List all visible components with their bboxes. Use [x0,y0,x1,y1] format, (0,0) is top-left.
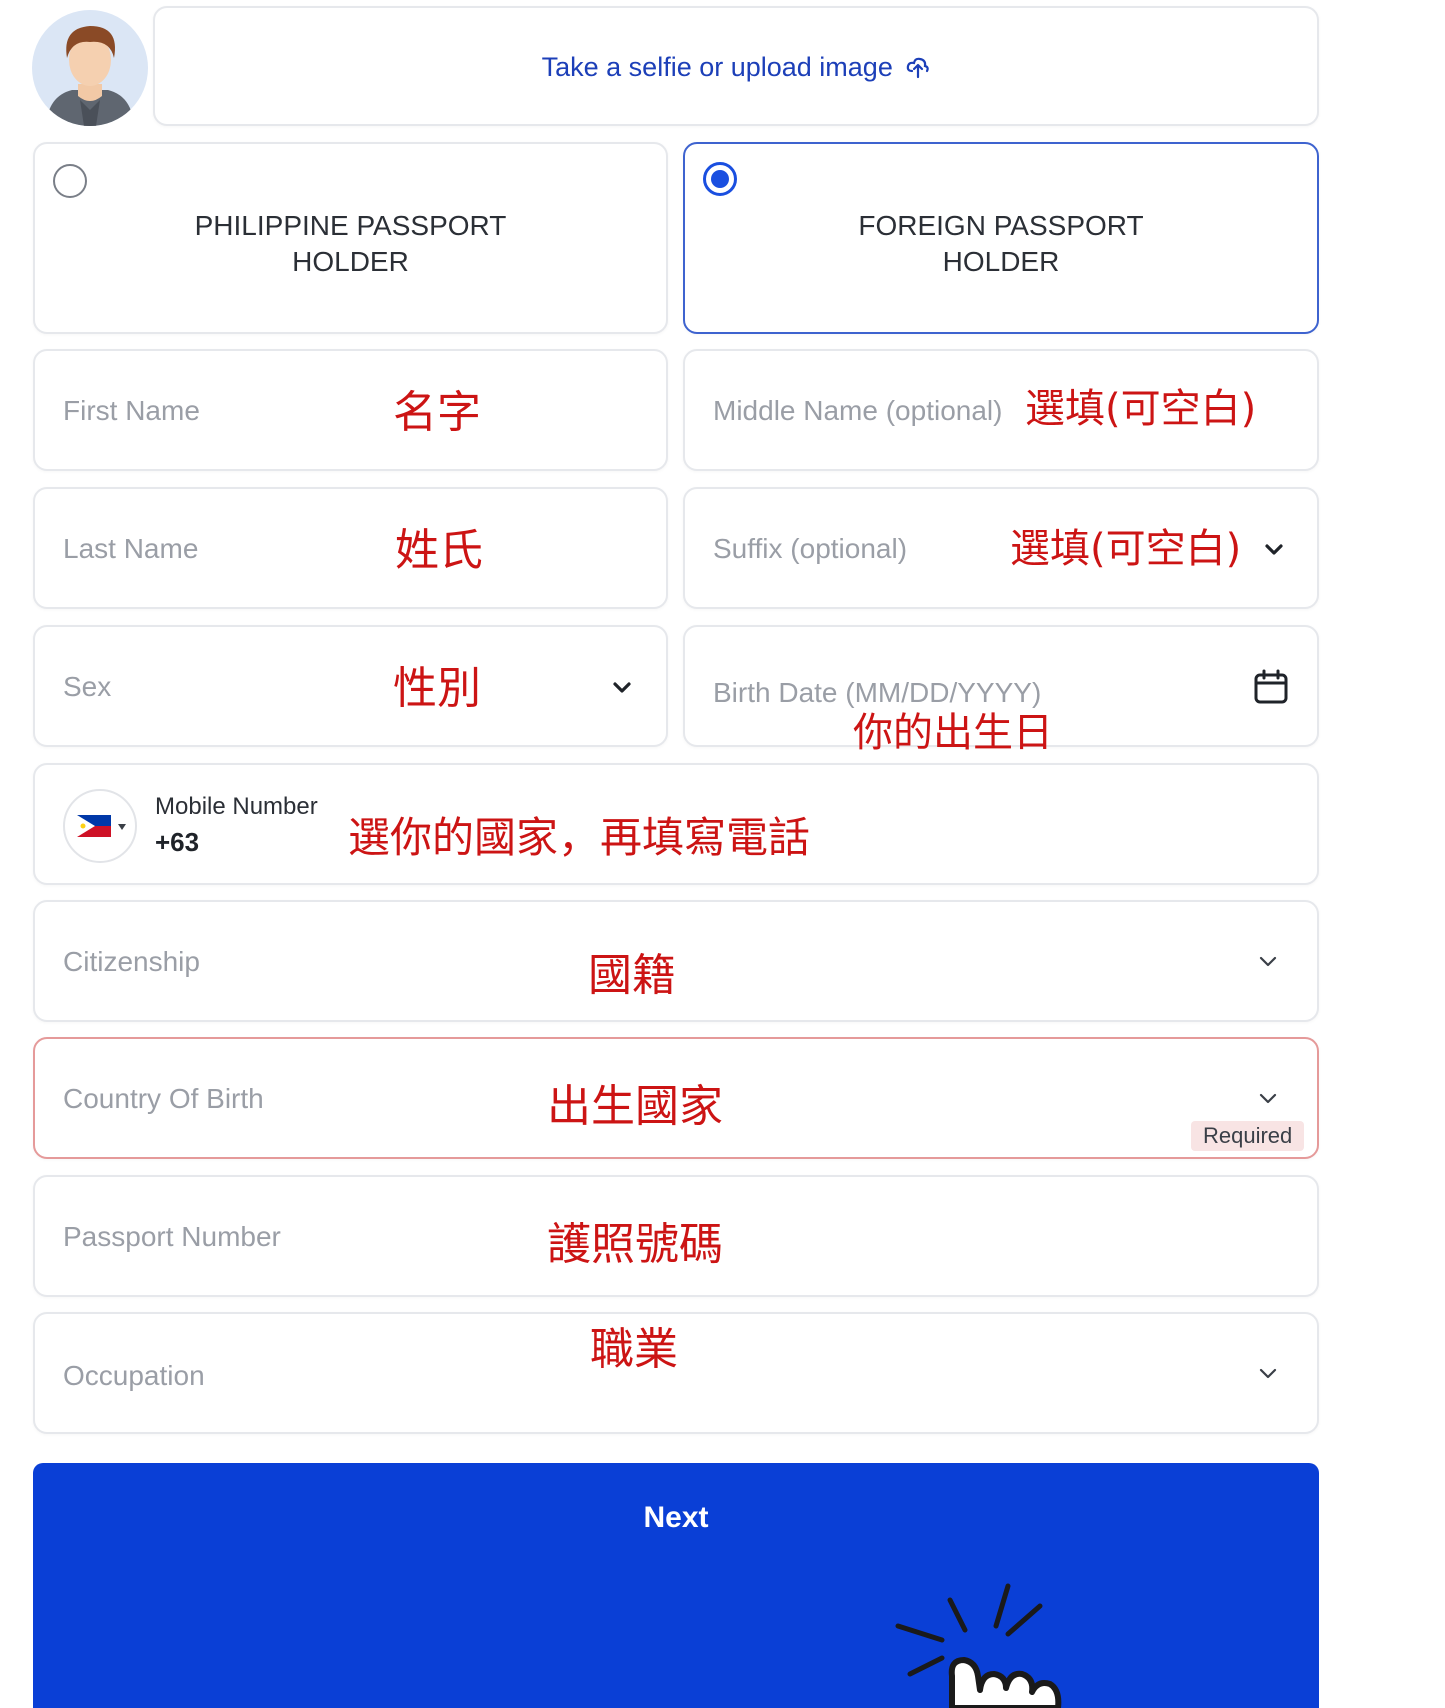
upload-label: Take a selfie or upload image [541,52,893,82]
mobile-number-label: Mobile Number [155,793,318,820]
passport-number-annotation: 護照號碼 [547,1219,723,1270]
calendar-icon[interactable] [1251,667,1291,707]
required-error-badge: Required [1191,1121,1305,1151]
mobile-number-field[interactable]: Mobile Number +63 選你的國家，再填寫電話 [33,763,1319,885]
foreign-passport-line1: FOREIGN PASSPORT [858,210,1144,241]
next-button[interactable]: Next [33,1463,1319,1708]
mobile-number-annotation: 選你的國家，再填寫電話 [348,813,811,862]
chevron-down-icon [1259,1368,1277,1379]
philippine-passport-line1: PHILIPPINE PASSPORT [194,210,507,241]
philippine-passport-line2: HOLDER [292,246,409,277]
birth-date-placeholder: Birth Date (MM/DD/YYYY) [713,677,1042,708]
philippine-passport-card[interactable]: PHILIPPINE PASSPORT HOLDER [33,142,668,334]
next-button-label: Next [643,1501,709,1534]
foreign-passport-line2: HOLDER [942,246,1060,277]
citizenship-select[interactable]: Citizenship 國籍 [33,900,1319,1022]
citizenship-placeholder: Citizenship [63,946,200,977]
occupation-annotation: 職業 [590,1324,678,1375]
sex-placeholder: Sex [63,671,112,702]
foreign-passport-card[interactable]: FOREIGN PASSPORT HOLDER [683,142,1319,334]
chevron-down-icon [1259,956,1277,967]
middle-name-annotation: 選填(可空白) [1025,386,1257,432]
birth-date-annotation: 你的出生日 [853,710,1053,756]
cloud-upload-icon [907,57,930,79]
country-of-birth-placeholder: Country Of Birth [63,1083,264,1114]
last-name-field[interactable]: Last Name 姓氏 [33,487,668,609]
birth-date-field[interactable]: Birth Date (MM/DD/YYYY) 你的出生日 [683,625,1319,753]
suffix-select[interactable]: Suffix (optional) 選填(可空白) [683,487,1319,609]
chevron-down-icon [613,682,631,693]
mobile-country-code: +63 [155,827,200,857]
foreign-passport-radio[interactable] [703,162,737,196]
middle-name-placeholder: Middle Name (optional) [713,395,1003,426]
occupation-placeholder: Occupation [63,1360,205,1391]
first-name-placeholder: First Name [63,395,200,426]
philippines-flag-icon [77,815,111,837]
country-of-birth-select[interactable]: Country Of Birth 出生國家 Required [33,1037,1319,1159]
philippine-passport-radio[interactable] [53,164,87,198]
passport-number-field[interactable]: Passport Number 護照號碼 [33,1175,1319,1297]
middle-name-field[interactable]: Middle Name (optional) 選填(可空白) [683,349,1319,471]
pointing-hand-icon [895,1583,1062,1708]
first-name-annotation: 名字 [393,387,481,438]
first-name-field[interactable]: First Name 名字 [33,349,668,471]
chevron-down-icon [1265,544,1283,555]
avatar [32,10,148,126]
suffix-placeholder: Suffix (optional) [713,533,908,564]
suffix-annotation: 選填(可空白) [1010,526,1242,572]
last-name-annotation: 姓氏 [395,525,483,576]
country-of-birth-annotation: 出生國家 [547,1081,723,1132]
citizenship-annotation: 國籍 [588,950,676,1001]
occupation-select[interactable]: Occupation 職業 [33,1312,1319,1434]
caret-down-icon [118,824,126,830]
upload-image-button[interactable]: Take a selfie or upload image [153,6,1319,126]
country-code-selector[interactable] [63,789,137,863]
sex-select[interactable]: Sex 性別 [33,625,668,747]
passport-number-placeholder: Passport Number [63,1221,281,1252]
sex-annotation: 性別 [393,663,481,714]
last-name-placeholder: Last Name [63,533,199,564]
chevron-down-icon [1259,1093,1277,1104]
